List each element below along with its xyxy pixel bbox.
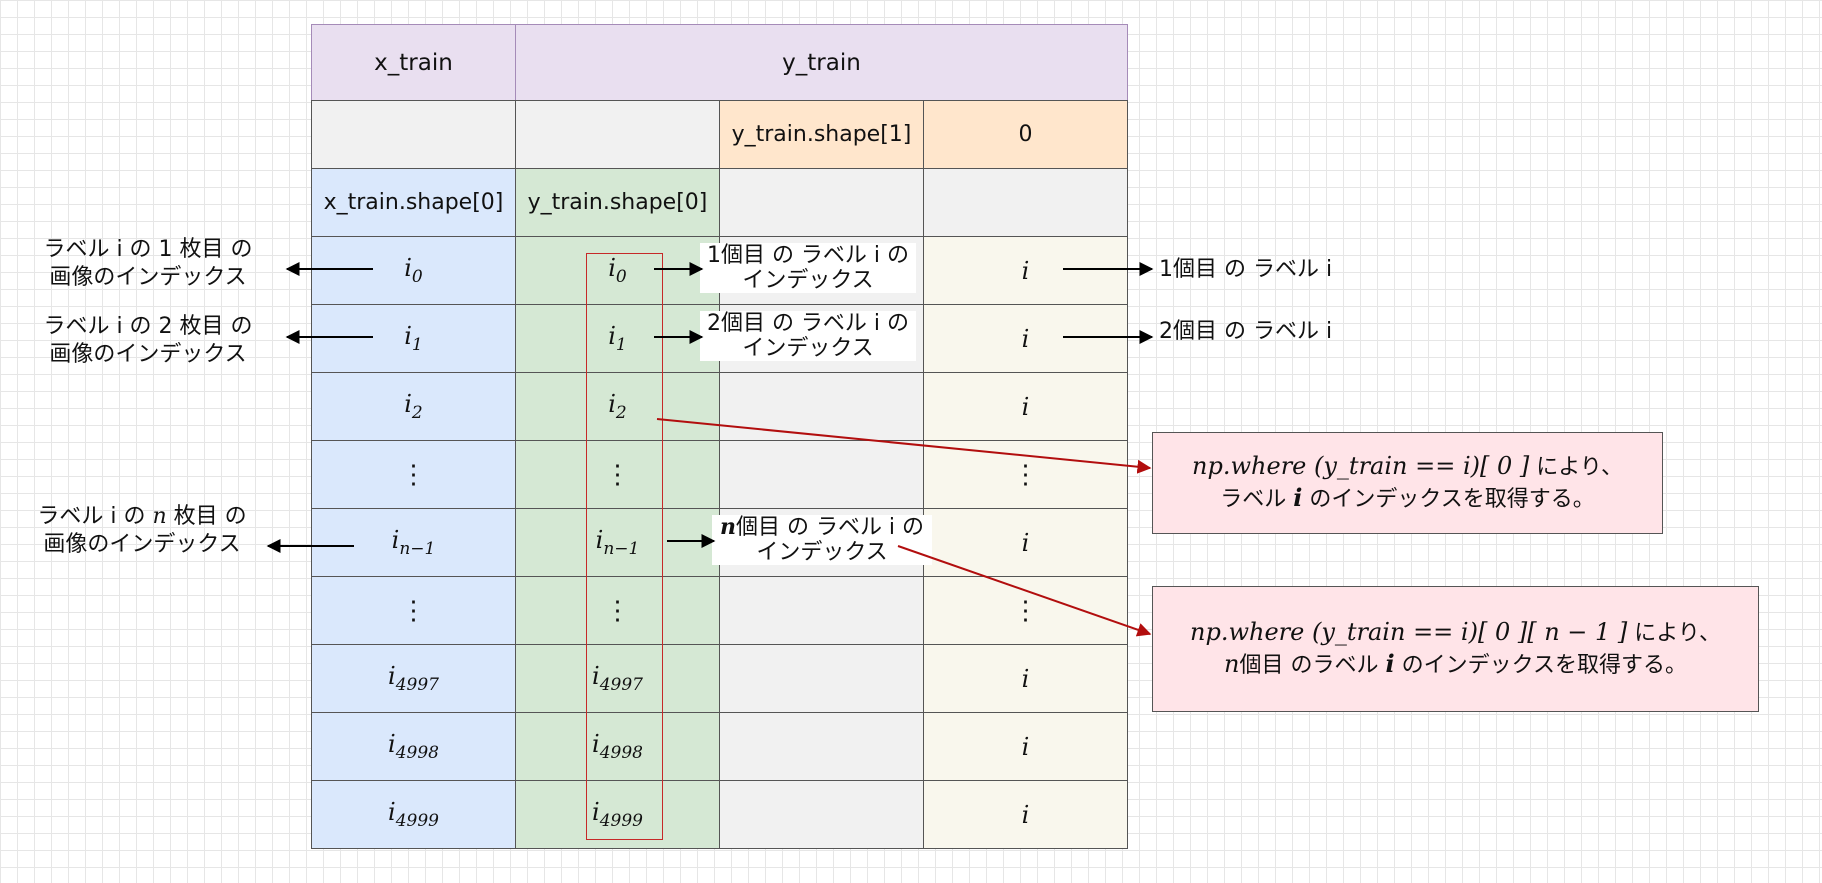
arrows-layer [266,262,1154,637]
arrow-red-to-note2 [897,545,1152,637]
arrow-red-to-note1 [656,418,1152,474]
